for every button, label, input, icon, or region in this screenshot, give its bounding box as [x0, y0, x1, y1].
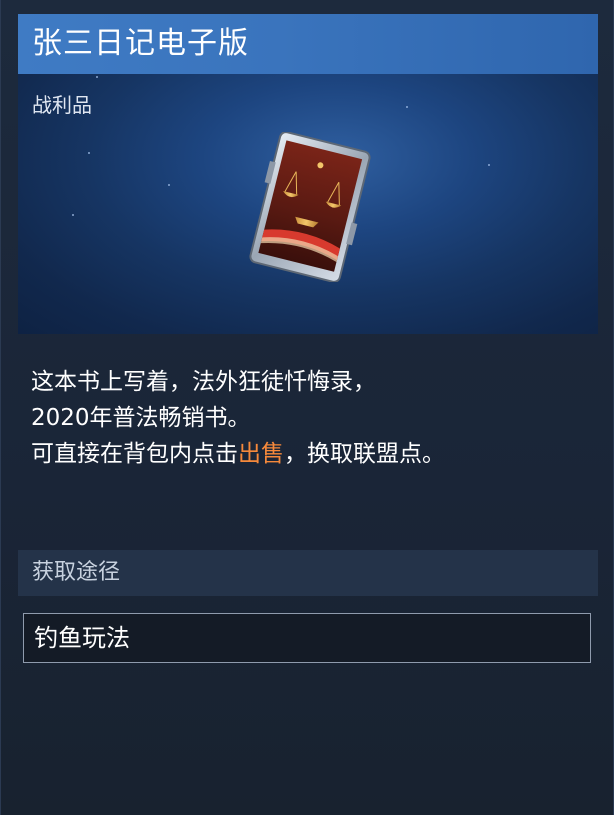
- description-text: ，换取联盟点。: [284, 441, 445, 467]
- star-sparkle: [72, 214, 74, 216]
- description-line: 可直接在背包内点击出售，换取联盟点。: [31, 436, 445, 472]
- sell-highlight: 出售: [238, 441, 284, 467]
- star-sparkle: [406, 106, 408, 108]
- description-text: 可直接在背包内点击: [31, 441, 238, 467]
- star-sparkle: [96, 76, 98, 78]
- star-sparkle: [88, 152, 90, 154]
- description-line: 2020年普法畅销书。: [31, 405, 251, 431]
- title-bar: 张三日记电子版: [18, 14, 598, 74]
- item-hero: 张三日记电子版 战利品: [18, 14, 598, 334]
- item-detail-panel: 张三日记电子版 战利品 这本书上写着，法外狂徒忏悔录， 2020年普法畅销书。 …: [0, 0, 614, 815]
- law-book-scales-icon: [249, 132, 371, 282]
- acquisition-source-label: 钓鱼玩法: [34, 624, 130, 652]
- star-sparkle: [168, 184, 170, 186]
- acquisition-header: 获取途径: [18, 550, 598, 596]
- description-line: 这本书上写着，法外狂徒忏悔录，: [31, 369, 376, 395]
- item-category: 战利品: [32, 93, 92, 117]
- star-sparkle: [488, 164, 490, 166]
- acquisition-header-label: 获取途径: [32, 560, 121, 585]
- item-title: 张三日记电子版: [32, 26, 249, 61]
- item-description: 这本书上写着，法外狂徒忏悔录， 2020年普法畅销书。 可直接在背包内点击出售，…: [31, 364, 445, 472]
- acquisition-source-item[interactable]: 钓鱼玩法: [23, 613, 591, 663]
